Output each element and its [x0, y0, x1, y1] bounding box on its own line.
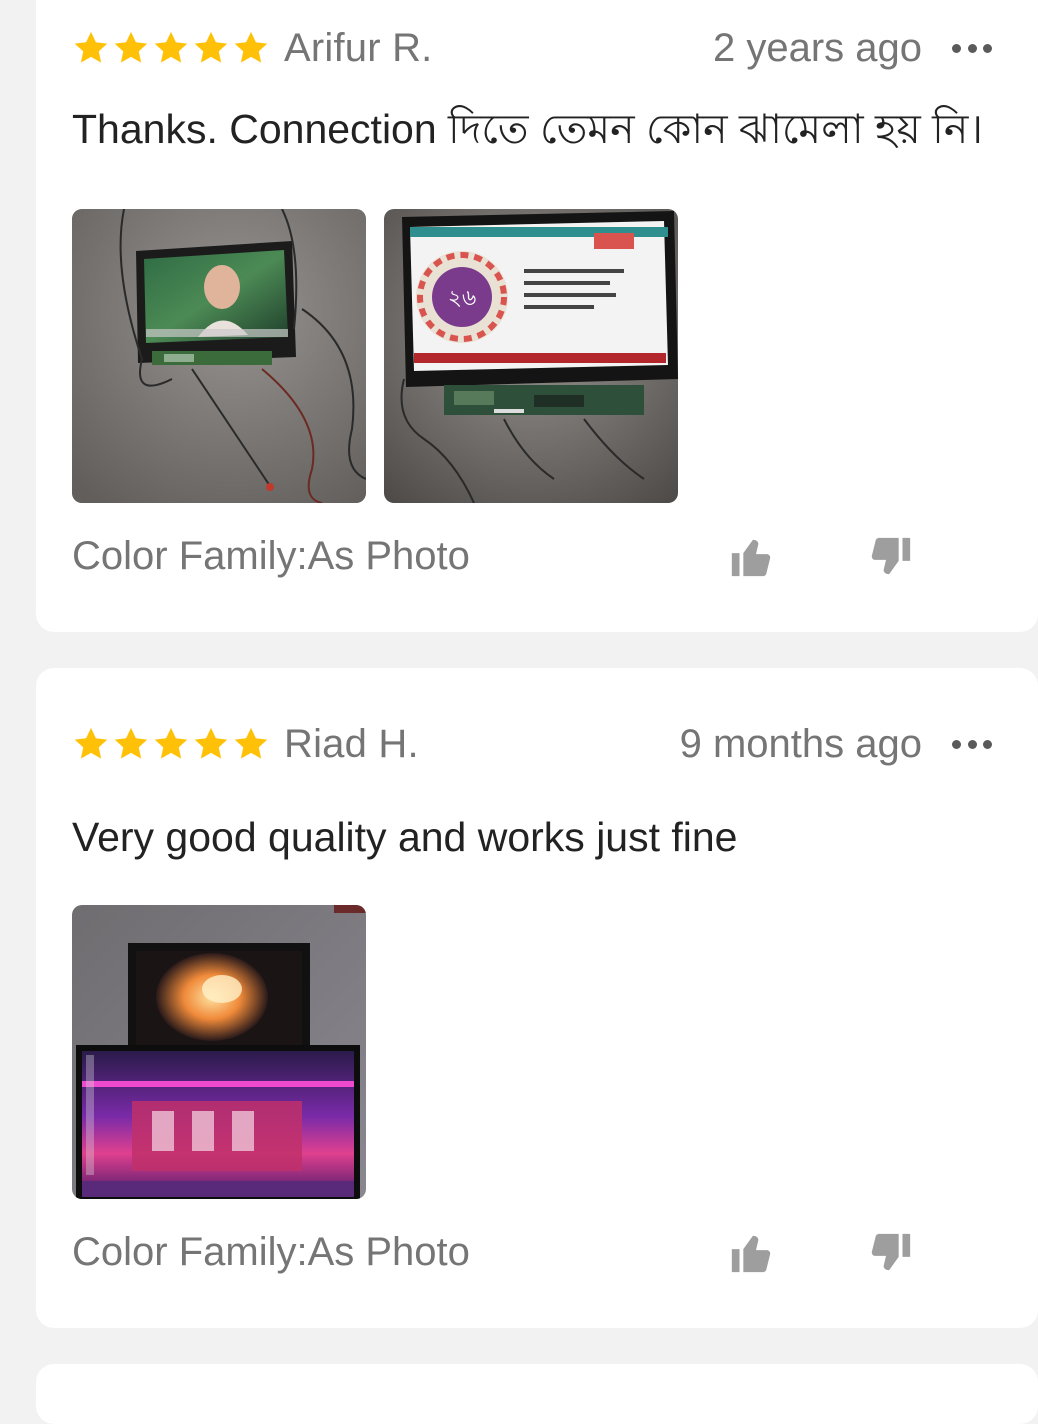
review-time: 9 months ago: [679, 721, 922, 766]
dot: [967, 739, 977, 749]
star-icon: [72, 725, 110, 763]
variant-info: Color Family:As Photo: [72, 1230, 470, 1274]
star-icon: [72, 29, 110, 67]
review-header: Riad H. 9 months ago: [72, 722, 992, 766]
star-icon: [152, 725, 190, 763]
star-icon: [112, 29, 150, 67]
thumbs-up-icon[interactable]: [728, 1230, 774, 1276]
review-card: Arifur R. 2 years ago Thanks. Connection…: [36, 0, 1038, 632]
reviewer-name: Riad H.: [284, 721, 419, 766]
review-photos: ২৬: [72, 209, 678, 503]
review-text: Thanks. Connection দিতে তেমন কোন ঝামেলা …: [72, 106, 983, 152]
star-icon: [192, 725, 230, 763]
review-photo[interactable]: [72, 209, 366, 503]
svg-text:২৬: ২৬: [448, 286, 477, 311]
review-photo[interactable]: ২৬: [384, 209, 678, 503]
reviewer-name: Arifur R.: [284, 25, 433, 70]
thumbs-down-icon[interactable]: [868, 1230, 914, 1276]
star-icon: [152, 29, 190, 67]
star-icon: [232, 29, 270, 67]
thumbs-up-icon[interactable]: [728, 534, 774, 580]
review-photo[interactable]: [72, 905, 366, 1199]
star-icon: [232, 725, 270, 763]
rating-stars: [72, 725, 270, 763]
dot: [983, 43, 992, 53]
rating-stars: [72, 29, 270, 67]
dot: [952, 43, 961, 53]
review-time: 2 years ago: [712, 25, 922, 70]
thumbs-down-icon[interactable]: [868, 534, 914, 580]
review-text: Very good quality and works just fine: [72, 814, 738, 860]
review-header: Arifur R. 2 years ago: [72, 26, 992, 70]
review-card: Riad H. 9 months ago Very good quality a…: [36, 668, 1038, 1328]
star-icon: [112, 725, 150, 763]
dot: [952, 739, 961, 749]
dot: [967, 43, 977, 53]
review-photos: [72, 905, 366, 1199]
dot: [983, 739, 992, 749]
more-options-icon[interactable]: [952, 42, 992, 54]
variant-info: Color Family:As Photo: [72, 534, 470, 578]
more-options-icon[interactable]: [952, 738, 992, 750]
review-card: [36, 1364, 1038, 1424]
star-icon: [192, 29, 230, 67]
